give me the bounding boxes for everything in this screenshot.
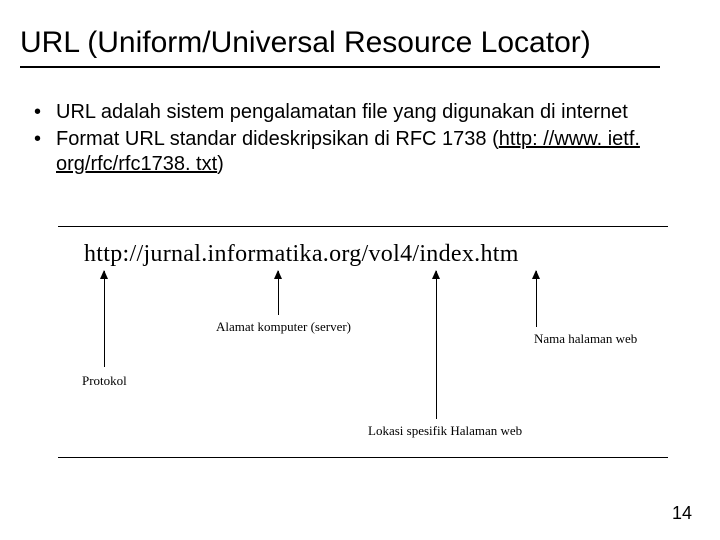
arrow-server xyxy=(278,271,279,315)
page-number: 14 xyxy=(672,503,692,524)
bullet-text: URL adalah sistem pengalamatan file yang… xyxy=(56,100,674,125)
bullet-text-post: ) xyxy=(217,153,224,175)
bullet-list: • URL adalah sistem pengalamatan file ya… xyxy=(34,100,674,179)
label-server: Alamat komputer (server) xyxy=(216,319,351,335)
bullet-text-pre: Format URL standar dideskripsikan di RFC… xyxy=(56,128,499,150)
bullet-text: Format URL standar dideskripsikan di RFC… xyxy=(56,127,674,177)
arrow-path xyxy=(436,271,437,419)
arrow-protocol xyxy=(104,271,105,367)
bullet-dot: • xyxy=(34,100,56,125)
url-diagram: http://jurnal.informatika.org/vol4/index… xyxy=(58,226,668,458)
title-underline xyxy=(20,66,660,68)
bullet-item: • Format URL standar dideskripsikan di R… xyxy=(34,127,674,177)
label-protocol: Protokol xyxy=(82,373,127,389)
bullet-item: • URL adalah sistem pengalamatan file ya… xyxy=(34,100,674,125)
slide: URL (Uniform/Universal Resource Locator)… xyxy=(0,0,720,540)
arrow-page xyxy=(536,271,537,327)
url-example-text: http://jurnal.informatika.org/vol4/index… xyxy=(84,241,519,268)
slide-title: URL (Uniform/Universal Resource Locator) xyxy=(20,26,591,60)
label-page: Nama halaman web xyxy=(534,331,637,347)
label-path: Lokasi spesifik Halaman web xyxy=(368,423,522,439)
bullet-dot: • xyxy=(34,127,56,177)
